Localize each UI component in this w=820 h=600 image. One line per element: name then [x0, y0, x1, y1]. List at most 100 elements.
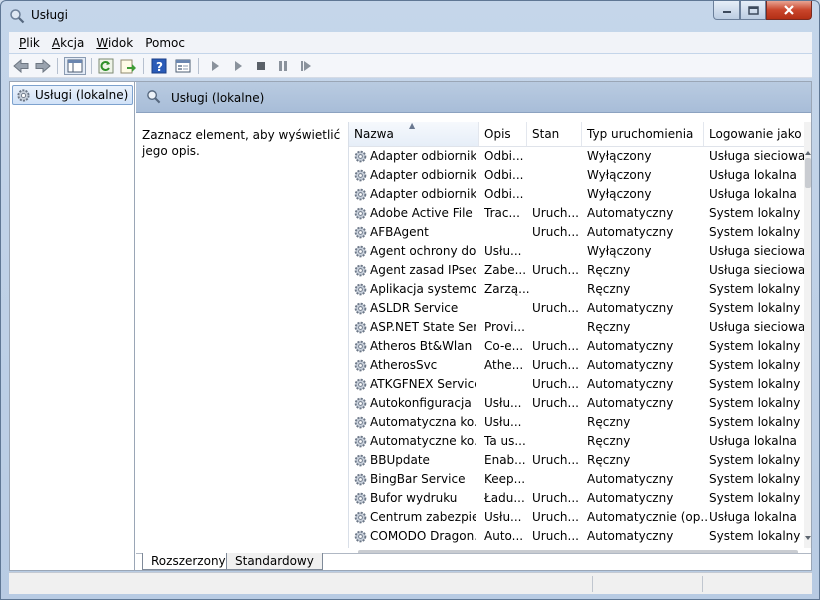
service-startup-type: Ręczny	[587, 320, 631, 334]
service-status	[532, 413, 585, 432]
start-icon[interactable]	[206, 57, 224, 75]
table-row[interactable]: Autokonfiguracja ... Usłu... Uruch... Autom…	[349, 394, 804, 413]
table-row[interactable]: Atheros Bt&Wlan ... Co-e... Uruch... Automa…	[349, 337, 804, 356]
menu-pomoc[interactable]: Pomoc	[139, 36, 191, 50]
service-log-on-as: System lokalny	[709, 472, 801, 486]
toolbar-separator	[91, 58, 92, 74]
restart-icon[interactable]	[297, 57, 315, 75]
service-name: BingBar Service	[370, 472, 466, 486]
service-description-cell	[484, 223, 530, 242]
pane-header: Usługi (lokalne)	[136, 82, 811, 113]
show-hide-tree-icon[interactable]	[64, 57, 86, 75]
svg-text:?: ?	[156, 60, 163, 74]
table-row[interactable]: Adapter odbiornik... Odbi... Wyłączony Usłu…	[349, 147, 804, 166]
service-name: AFBAgent	[370, 225, 429, 239]
back-icon[interactable]	[12, 57, 30, 75]
column-header-label: Stan	[532, 127, 560, 141]
table-row[interactable]: Adobe Active File ... Trac... Uruch... Auto…	[349, 204, 804, 223]
table-row[interactable]: Aplikacja systemo... Zarzą... Ręczny System…	[349, 280, 804, 299]
column-header-name[interactable]: ▲ Nazwa	[349, 122, 479, 146]
service-startup-type: Automatyczny	[587, 339, 674, 353]
menu-bar: Plik Akcja Widok Pomoc	[9, 32, 812, 53]
service-log-on-as: Usługa sieciowa	[709, 320, 804, 334]
service-description-cell: Usłu...	[484, 510, 522, 524]
service-startup-type: Ręczny	[587, 434, 631, 448]
table-row[interactable]: BingBar Service Keep... Automatyczny System…	[349, 470, 804, 489]
table-row[interactable]: ASLDR Service Uruch... Automatyczny System …	[349, 299, 804, 318]
table-row[interactable]: Agent ochrony do... Usłu... Wyłączony Usług…	[349, 242, 804, 261]
minimize-button[interactable]	[713, 1, 740, 20]
service-log-on-as: Usługa lokalna	[709, 168, 797, 182]
column-header-status[interactable]: Stan	[527, 122, 582, 146]
service-status	[532, 147, 585, 166]
service-startup-type: Ręczny	[587, 415, 631, 429]
service-description-cell	[484, 299, 530, 318]
service-log-on-as: Usługa lokalna	[709, 187, 797, 201]
help-icon[interactable]: ?	[150, 57, 168, 75]
tab-extended[interactable]: Rozszerzony	[142, 553, 235, 570]
scrollbar-thumb[interactable]	[805, 158, 811, 188]
service-name: Autokonfiguracja ...	[370, 396, 476, 410]
tab-standard[interactable]: Standardowy	[226, 553, 323, 570]
service-status	[532, 470, 585, 489]
service-startup-type: Automatyczny	[587, 206, 674, 220]
refresh-icon[interactable]	[97, 57, 115, 75]
table-row[interactable]: Agent zasad IPsec Zabe... Uruch... Ręczny Us…	[349, 261, 804, 280]
service-log-on-as: System lokalny	[709, 339, 801, 353]
export-list-icon[interactable]	[119, 57, 137, 75]
service-status: Uruch...	[532, 206, 579, 220]
column-header-startup-type[interactable]: Typ uruchomienia	[582, 122, 704, 146]
tree-item-services-local[interactable]: Usługi (lokalne)	[12, 85, 134, 105]
close-button[interactable]	[766, 1, 812, 20]
service-startup-type: Automatyczny	[587, 301, 674, 315]
table-row[interactable]: Centrum zabezpie... Usłu... Uruch... Automa…	[349, 508, 804, 527]
service-status	[532, 185, 585, 204]
service-name: Adapter odbiornik...	[370, 149, 476, 163]
start-alt-icon[interactable]	[229, 57, 247, 75]
service-description-cell: Odbi...	[484, 168, 524, 182]
column-header-description[interactable]: Opis	[479, 122, 527, 146]
properties-icon[interactable]	[174, 57, 192, 75]
pause-icon[interactable]	[274, 57, 292, 75]
table-row[interactable]: Bufor wydruku Ładu... Uruch... Automatyczny…	[349, 489, 804, 508]
scroll-up-icon[interactable]	[804, 150, 811, 156]
service-status: Uruch...	[532, 453, 579, 467]
table-row[interactable]: ATKGFNEX Service Uruch... Automatyczny Syst…	[349, 375, 804, 394]
table-row[interactable]: ASP.NET State Ser... Provi... Ręczny Usługa…	[349, 318, 804, 337]
service-name: Adapter odbiornik...	[370, 187, 476, 201]
menu-akcja[interactable]: Akcja	[46, 36, 90, 50]
service-log-on-as: System lokalny	[709, 491, 801, 505]
service-name: Adobe Active File ...	[370, 206, 476, 220]
scroll-down-icon[interactable]	[804, 535, 811, 541]
table-row[interactable]: COMODO Dragon... Auto... Uruch... Automatyc…	[349, 527, 804, 546]
column-header-log-on-as[interactable]: Logowanie jako	[704, 122, 804, 146]
stop-icon[interactable]	[252, 57, 270, 75]
table-row[interactable]: Automatyczna ko... Usłu... Ręczny System lo…	[349, 413, 804, 432]
table-row[interactable]: BBUpdate Enab... Uruch... Ręczny System loka…	[349, 451, 804, 470]
service-name: BBUpdate	[370, 453, 430, 467]
vertical-scrollbar[interactable]	[804, 122, 811, 548]
table-row[interactable]: Adapter odbiornik... Odbi... Wyłączony Usłu…	[349, 166, 804, 185]
service-log-on-as: System lokalny	[709, 301, 801, 315]
service-name: COMODO Dragon...	[370, 529, 476, 543]
service-status	[532, 280, 585, 299]
forward-icon[interactable]	[34, 57, 52, 75]
service-rows: Adapter odbiornik... Odbi... Wyłączony Usłu…	[349, 147, 804, 548]
service-description-cell: Zarzą...	[484, 282, 530, 296]
table-row[interactable]: Adapter odbiornik... Odbi... Wyłączony Usłu…	[349, 185, 804, 204]
console-content: Usługi (lokalne) Usługi (lokalne) Zaznac…	[9, 81, 812, 571]
service-name: ATKGFNEX Service	[370, 377, 476, 391]
service-log-on-as: Usługa lokalna	[709, 510, 797, 524]
menu-plik[interactable]: Plik	[13, 36, 46, 50]
table-row[interactable]: Automatyczne ko... Ta us... Ręczny Usługa l…	[349, 432, 804, 451]
tree-item-label: Usługi (lokalne)	[35, 88, 129, 102]
table-row[interactable]: AtherosSvc Athe... Uruch... Automatyczny Sys…	[349, 356, 804, 375]
title-bar[interactable]: Usługi	[1, 1, 819, 31]
search-icon	[147, 90, 161, 104]
table-row[interactable]: AFBAgent Uruch... Automatyczny System lokal…	[349, 223, 804, 242]
service-name: Atheros Bt&Wlan ...	[370, 339, 476, 353]
maximize-button[interactable]	[740, 1, 766, 20]
service-log-on-as: System lokalny	[709, 453, 801, 467]
menu-widok[interactable]: Widok	[90, 36, 139, 50]
service-startup-type: Wyłączony	[587, 168, 652, 182]
